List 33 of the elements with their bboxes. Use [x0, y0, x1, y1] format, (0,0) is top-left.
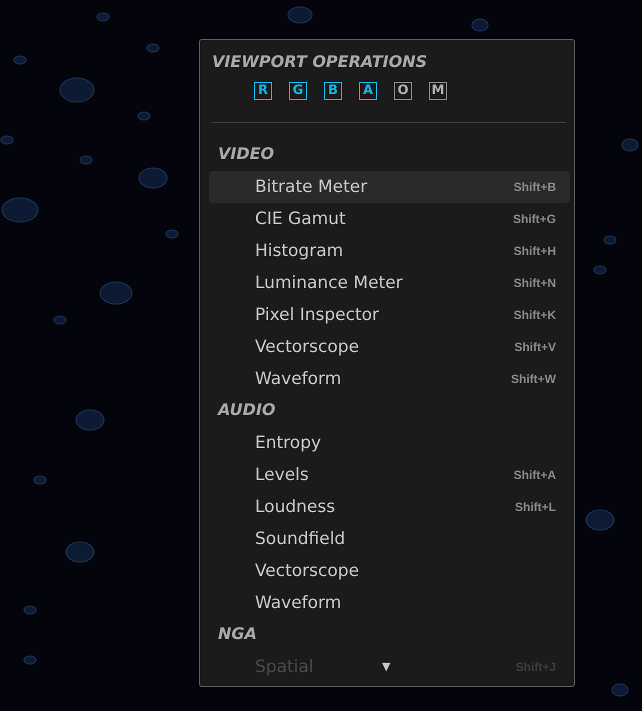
menu-item[interactable]: Entropy [255, 433, 322, 453]
channel-toggle[interactable]: R [254, 82, 272, 100]
channel-toggle[interactable]: O [394, 82, 412, 100]
channel-toggle[interactable]: G [289, 82, 307, 100]
menu-item[interactable]: Levels [255, 465, 309, 485]
menu-item[interactable]: Vectorscope [255, 337, 360, 357]
channel-toggle[interactable]: M [429, 82, 447, 100]
channel-toggle[interactable]: A [359, 82, 377, 100]
menu-item[interactable]: Bitrate Meter [255, 177, 368, 197]
shortcut-text: Shift+N [514, 276, 556, 290]
scroll-down-arrow[interactable]: ▼ [382, 660, 390, 673]
menu-title: VIEWPORT OPERATIONS [211, 51, 428, 73]
menu-item[interactable]: Pixel Inspector [255, 305, 380, 325]
menu-item[interactable]: Waveform [255, 369, 342, 389]
menu-item[interactable]: Luminance Meter [255, 273, 403, 293]
menu-item[interactable]: Waveform [255, 593, 342, 613]
menu-item[interactable]: CIE Gamut [255, 209, 346, 229]
menu-item[interactable]: Vectorscope [255, 561, 360, 581]
shortcut-text: Shift+L [515, 500, 556, 514]
shortcut-text: Shift+K [514, 308, 556, 322]
section-heading: NGA [217, 623, 258, 645]
shortcut-text: Shift+G [512, 212, 556, 226]
shortcut-text: Shift+H [514, 244, 556, 258]
menu-item[interactable]: Soundfield [255, 529, 346, 549]
section-heading: AUDIO [216, 399, 276, 421]
shortcut-text: Shift+V [514, 340, 556, 354]
menu-item[interactable]: Loudness [255, 497, 336, 517]
menu-item[interactable]: Histogram [255, 241, 344, 261]
section-heading: VIDEO [217, 143, 276, 165]
shortcut-text: Shift+W [511, 372, 556, 386]
shortcut-text: Shift+B [514, 180, 556, 194]
shortcut-text: Shift+A [514, 468, 556, 482]
channel-toggle[interactable]: B [324, 82, 342, 100]
